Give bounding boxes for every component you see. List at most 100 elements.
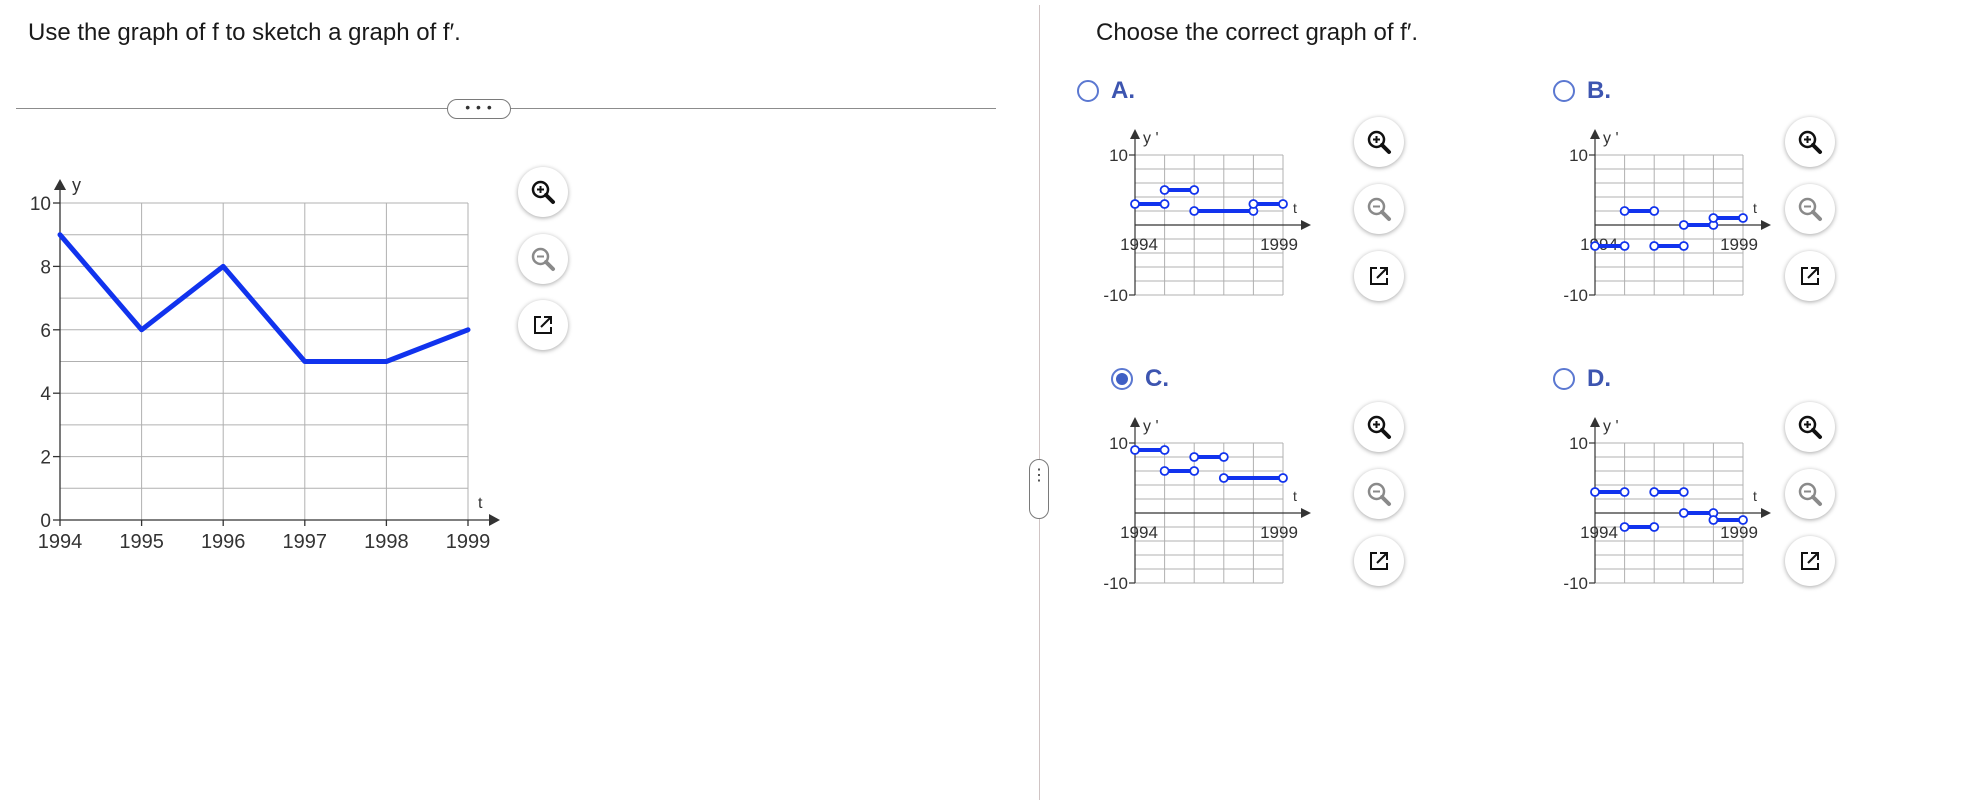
x-tick-label: 1994 [1120, 235, 1158, 254]
x-axis-arrow [1301, 220, 1311, 230]
option-c-radio[interactable] [1111, 368, 1133, 390]
zoom-in-button[interactable] [518, 167, 568, 217]
zoom-in-icon [1798, 130, 1822, 154]
open-endpoint [1619, 522, 1630, 532]
open-endpoint [1738, 515, 1748, 525]
external-link-icon [1370, 267, 1388, 285]
x-axis-label: t [1293, 488, 1297, 504]
option-d-radio[interactable] [1553, 368, 1575, 390]
y-axis-arrow [1590, 417, 1600, 427]
y-tick-label: 10 [1109, 146, 1128, 165]
y-axis-arrow [53, 179, 67, 190]
x-tick-label: 1994 [1580, 523, 1618, 542]
open-endpoint [1130, 199, 1140, 209]
open-endpoint [1678, 487, 1689, 497]
zoom-out-button[interactable] [518, 234, 568, 284]
y-tick-label: 2 [40, 448, 51, 469]
open-endpoint [1649, 241, 1660, 251]
x-axis-label: t [1753, 200, 1757, 216]
open-endpoint [1159, 445, 1170, 455]
open-endpoint [1189, 466, 1200, 476]
question-text: Use the graph of f to sketch a graph of … [28, 19, 461, 46]
external-link-icon [1801, 267, 1819, 285]
option-d-zoom-in-button[interactable] [1785, 402, 1835, 452]
option-b-radio[interactable] [1553, 80, 1575, 102]
y-axis-label: y ' [1143, 418, 1159, 435]
option-b-letter: B. [1587, 77, 1611, 104]
y-tick-label: -10 [1563, 286, 1588, 305]
open-endpoint [1678, 220, 1689, 230]
panel-resize-handle[interactable]: ⋮ [1029, 459, 1049, 519]
zoom-in-icon [1367, 415, 1391, 439]
option-c-popout-button[interactable] [1354, 536, 1404, 586]
option-a-zoom-in-button[interactable] [1354, 117, 1404, 167]
option-a[interactable]: A. [1077, 77, 1135, 105]
external-link-icon [1801, 552, 1819, 570]
option-a-popout-button[interactable] [1354, 251, 1404, 301]
function-graph: 0 2 4 6 8 10 1994 1995 1996 1997 1998 1999 y t [30, 175, 500, 553]
y-tick-label: 10 [30, 194, 51, 215]
y-tick-label: 0 [40, 511, 51, 532]
option-a-zoom-out-button[interactable] [1354, 184, 1404, 234]
expand-more-button[interactable]: • • • [447, 99, 511, 119]
y-tick-label: 10 [1109, 434, 1128, 453]
option-b-zoom-in-button[interactable] [1785, 117, 1835, 167]
radio-selected-dot [1116, 373, 1128, 385]
popout-button[interactable] [518, 300, 568, 350]
option-b-zoom-out-button[interactable] [1785, 184, 1835, 234]
panel-divider [1039, 5, 1040, 800]
option-b[interactable]: B. [1553, 77, 1611, 105]
y-tick-label: 4 [40, 384, 51, 405]
option-c-zoom-out-button[interactable] [1354, 469, 1404, 519]
open-endpoint [1159, 466, 1170, 476]
answer-prompt: Choose the correct graph of f′. [1096, 19, 1419, 46]
open-endpoint [1159, 185, 1170, 195]
open-endpoint [1619, 487, 1630, 497]
x-axis-arrow [1761, 508, 1771, 518]
zoom-out-icon [1367, 482, 1391, 506]
open-endpoint [1649, 487, 1660, 497]
x-tick-label: 1999 [1720, 235, 1758, 254]
option-a-graph: 10 -10 1994 1999 y ' t [1103, 129, 1311, 305]
y-axis-label: y ' [1143, 130, 1159, 147]
option-a-radio[interactable] [1077, 80, 1099, 102]
option-d-graph: 10 -10 1994 1999 y ' t [1563, 417, 1771, 593]
option-d-zoom-out-button[interactable] [1785, 469, 1835, 519]
zoom-in-icon [531, 180, 555, 204]
open-endpoint [1619, 241, 1630, 251]
x-tick-label: 1999 [1260, 523, 1298, 542]
x-tick-label: 1995 [119, 531, 164, 553]
option-c[interactable]: C. [1111, 365, 1169, 393]
open-endpoint [1649, 206, 1660, 216]
open-endpoint [1708, 213, 1719, 223]
x-tick-label: 1999 [1720, 523, 1758, 542]
x-tick-label: 1999 [446, 531, 491, 553]
x-axis-arrow [1761, 220, 1771, 230]
open-endpoint [1189, 452, 1200, 462]
x-axis-arrow [489, 513, 500, 527]
x-tick-label: 1998 [364, 531, 409, 553]
option-a-letter: A. [1111, 77, 1135, 104]
x-tick-label: 1994 [38, 531, 83, 553]
open-endpoint [1678, 241, 1689, 251]
y-tick-label: 6 [40, 321, 51, 342]
x-tick-label: 1996 [201, 531, 246, 553]
y-tick-label: 10 [1569, 434, 1588, 453]
y-tick-label: -10 [1103, 286, 1128, 305]
open-endpoint [1619, 206, 1630, 216]
y-tick-label: -10 [1563, 574, 1588, 593]
x-tick-label: 1999 [1260, 235, 1298, 254]
open-endpoint [1189, 206, 1200, 216]
zoom-in-icon [1798, 415, 1822, 439]
option-c-zoom-in-button[interactable] [1354, 402, 1404, 452]
option-b-popout-button[interactable] [1785, 251, 1835, 301]
option-d-letter: D. [1587, 365, 1611, 392]
option-b-graph: 10-1019941999y 't [1563, 129, 1771, 305]
y-axis-arrow [1590, 129, 1600, 139]
option-d[interactable]: D. [1553, 365, 1611, 393]
open-endpoint [1130, 445, 1140, 455]
y-axis-label: y ' [1603, 418, 1619, 435]
y-axis-label: y [72, 175, 81, 195]
open-endpoint [1218, 473, 1229, 483]
option-d-popout-button[interactable] [1785, 536, 1835, 586]
